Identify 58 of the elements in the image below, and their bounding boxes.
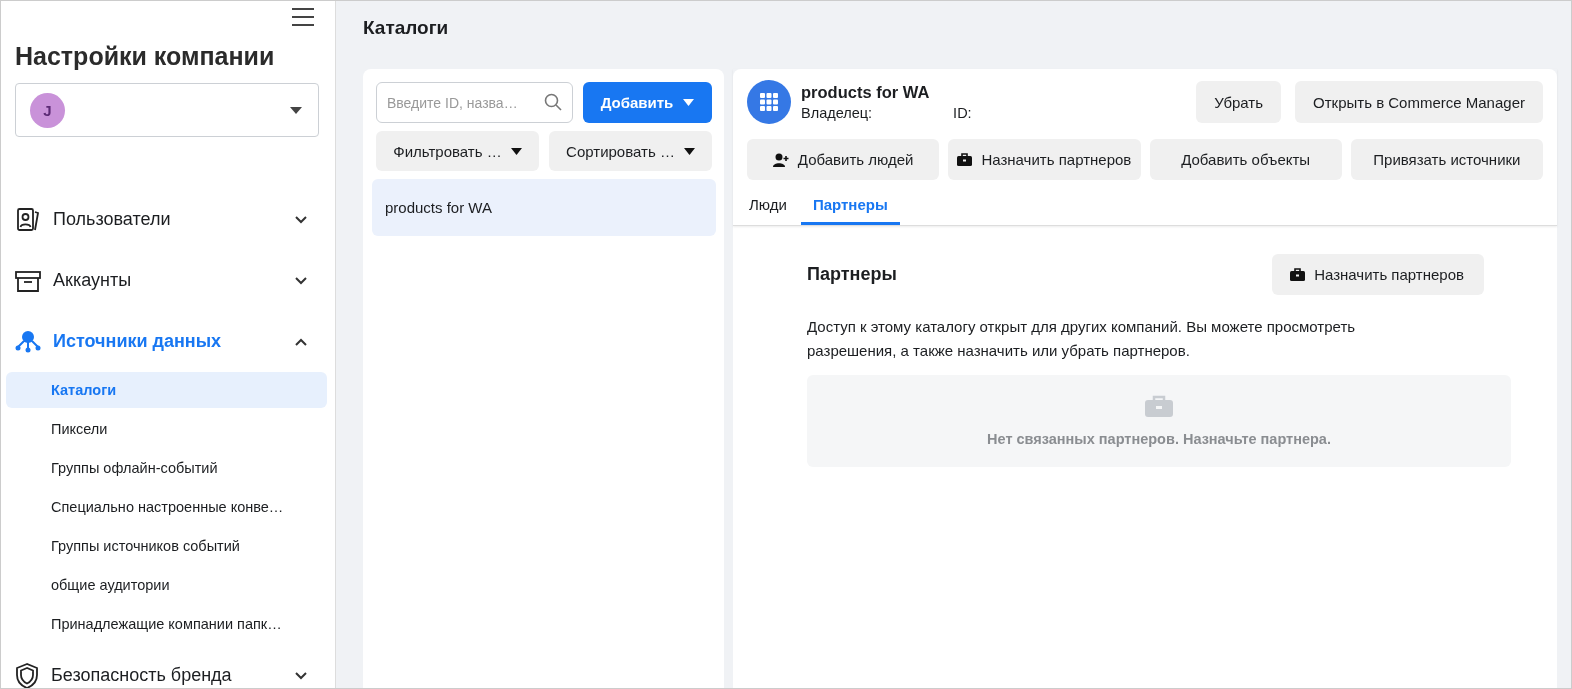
id-label: ID:: [953, 105, 972, 121]
nav-section[interactable]: Безопасность бренда: [1, 645, 335, 688]
nav-section-label: Источники данных: [53, 331, 223, 352]
account-dropdown[interactable]: J: [15, 83, 319, 137]
tab[interactable]: Люди: [747, 187, 789, 225]
briefcase-icon: [1145, 395, 1173, 417]
grid-icon: [747, 80, 791, 124]
add-button[interactable]: Добавить: [583, 82, 712, 123]
chevron-down-icon: [295, 671, 307, 680]
sort-button[interactable]: Сортировать …: [549, 131, 712, 171]
chevron-down-icon: [295, 276, 307, 285]
action-button[interactable]: Добавить объекты: [1149, 139, 1342, 180]
header-button[interactable]: Открыть в Commerce Manager: [1295, 81, 1543, 123]
nav-item[interactable]: Принадлежащие компании папк…: [6, 606, 327, 642]
network-icon: [15, 329, 41, 354]
search-field[interactable]: Введите ID, назва…: [376, 82, 573, 123]
search-icon: [544, 93, 562, 111]
caret-icon: [290, 106, 302, 114]
tab[interactable]: Партнеры: [800, 187, 900, 225]
catalog-title: products for WA: [801, 83, 931, 102]
briefcase-icon: [1290, 268, 1306, 281]
filter-button[interactable]: Фильтровать …: [376, 131, 539, 171]
menu-icon[interactable]: [292, 8, 314, 26]
nav-section-label: Пользователи: [53, 209, 172, 230]
header-button[interactable]: Убрать: [1196, 81, 1282, 123]
shield-icon: [15, 662, 39, 688]
action-button[interactable]: Привязать источники: [1350, 139, 1543, 180]
nav-item[interactable]: Группы источников событий: [6, 528, 327, 564]
section-description: Доступ к этому каталогу открыт для других компаний. Вы можете просмотреть разрешения, а также назначить или убрать партнеров.: [807, 317, 1357, 361]
caret-icon: [683, 147, 695, 155]
caret-icon: [510, 147, 522, 155]
nav-section[interactable]: Пользователи: [1, 189, 335, 250]
nav-item[interactable]: Группы офлайн-событий: [6, 450, 327, 486]
nav-section[interactable]: Аккаунты: [1, 250, 335, 311]
briefcase-icon: [957, 153, 973, 166]
chevron-up-icon: [295, 337, 307, 346]
person-add-icon: [772, 152, 789, 167]
action-button[interactable]: Добавить людей: [747, 139, 940, 180]
nav-item[interactable]: Пиксели: [6, 411, 327, 447]
action-button[interactable]: Назначить партнеров: [948, 139, 1141, 180]
section-heading: Партнеры: [807, 264, 897, 285]
id-card-icon: [15, 206, 41, 233]
owner-label: Владелец:: [801, 105, 873, 121]
archive-box-icon: [15, 269, 41, 292]
avatar-icon: J: [30, 92, 65, 128]
page-title: Каталоги: [363, 17, 450, 40]
caret-icon: [683, 99, 695, 106]
sidebar-title: Настройки компании: [15, 42, 276, 71]
catalog-list-item[interactable]: products for WA: [372, 179, 716, 236]
nav-item[interactable]: Каталоги: [6, 372, 327, 408]
nav-item[interactable]: общие аудитории: [6, 567, 327, 603]
nav-item[interactable]: Специально настроенные конве…: [6, 489, 327, 525]
empty-state-text: Нет связанных партнеров. Назначьте партнера.: [987, 431, 1331, 447]
chevron-down-icon: [295, 215, 307, 224]
assign-partners-button[interactable]: Назначить партнеров: [1272, 254, 1484, 295]
nav-section-label: Аккаунты: [53, 270, 133, 291]
nav-section[interactable]: Источники данных: [1, 311, 335, 372]
nav-section-label: Безопасность бренда: [51, 665, 233, 686]
